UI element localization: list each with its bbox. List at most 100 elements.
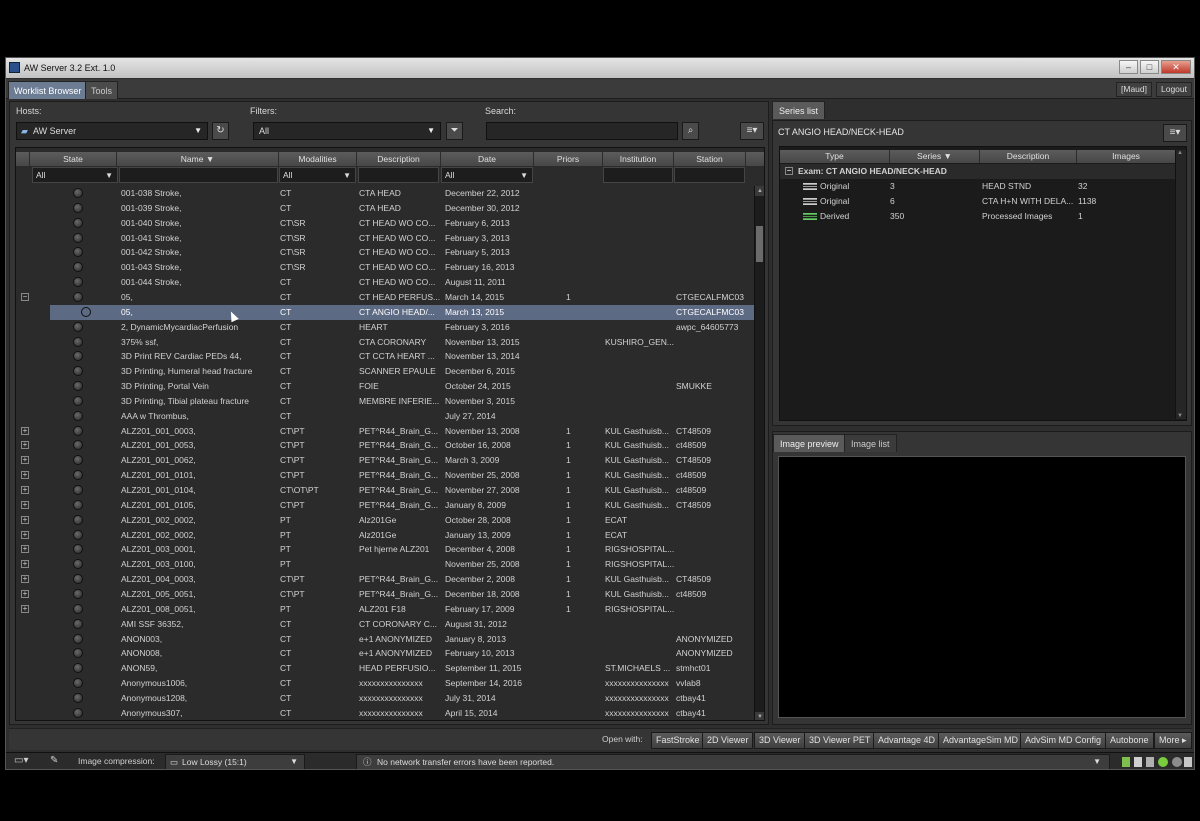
more-button[interactable]: More ▸ xyxy=(1154,732,1192,749)
expand-icon[interactable]: + xyxy=(21,589,29,598)
series-column-type[interactable]: Type xyxy=(780,150,890,163)
table-row[interactable]: + ALZ201_005_0051, CT\PT PET^R44_Brain_G...… xyxy=(16,587,758,602)
table-row[interactable]: Anonymous1006, CT xxxxxxxxxxxxxxx September… xyxy=(16,676,758,691)
table-row[interactable]: + ALZ201_003_0001, PT Pet hjerne ALZ201 Dece… xyxy=(16,542,758,557)
advantagesim-md-button[interactable]: AdvantageSim MD xyxy=(938,732,1024,749)
column-menu-button[interactable]: ≡▾ xyxy=(740,122,764,140)
expand-icon[interactable]: + xyxy=(21,471,29,480)
table-row[interactable]: 3D Print REV Cardiac PEDs 44, CT CT CCTA H… xyxy=(16,349,758,364)
table-row[interactable]: AAA w Thrombus, CT July 27, 2014 xyxy=(16,409,758,424)
scroll-down-arrow-icon[interactable]: ▼ xyxy=(1177,413,1183,419)
column-header-priors[interactable]: Priors xyxy=(534,152,603,166)
state-filter-select[interactable]: All ▼ xyxy=(32,167,118,183)
faststroke-button[interactable]: FastStroke xyxy=(651,732,705,749)
search-button[interactable]: ⌕ xyxy=(682,122,699,140)
table-row[interactable]: + ALZ201_003_0100, PT November 25, 2008 1 RIG… xyxy=(16,557,758,572)
collapse-icon[interactable]: − xyxy=(21,292,29,301)
exam-group-row[interactable]: − Exam: CT ANGIO HEAD/NECK-HEAD xyxy=(780,164,1176,179)
status-ok-icon[interactable] xyxy=(1158,757,1168,767)
expand-icon[interactable]: + xyxy=(21,500,29,509)
table-row[interactable]: 001-038 Stroke, CT CTA HEAD December 22, 20… xyxy=(16,186,758,201)
table-row[interactable]: + ALZ201_008_0051, PT ALZ201 F18 February 17… xyxy=(16,602,758,617)
table-row[interactable]: 001-043 Stroke, CT\SR CT HEAD WO CO... Febr… xyxy=(16,260,758,275)
table-row[interactable]: 001-039 Stroke, CT CTA HEAD December 30, 20… xyxy=(16,201,758,216)
expand-icon[interactable]: + xyxy=(21,604,29,613)
tab-image-preview[interactable]: Image preview xyxy=(773,434,846,452)
pen-icon[interactable] xyxy=(1146,757,1154,767)
expand-icon[interactable]: + xyxy=(21,575,29,584)
table-row[interactable]: + ALZ201_001_0101, CT\PT PET^R44_Brain_G...… xyxy=(16,468,758,483)
2d-viewer-button[interactable]: 2D Viewer xyxy=(702,732,754,749)
column-header-state[interactable]: State xyxy=(30,152,117,166)
column-header-station[interactable]: Station xyxy=(674,152,746,166)
modalities-filter-select[interactable]: All ▼ xyxy=(279,167,356,183)
3d-viewer-pet-button[interactable]: 3D Viewer PET xyxy=(804,732,876,749)
filters-select[interactable]: All ▼ xyxy=(253,122,441,140)
scroll-up-arrow-icon[interactable]: ▲ xyxy=(755,186,764,196)
tab-series-list[interactable]: Series list xyxy=(772,101,826,119)
maximize-button[interactable]: □ xyxy=(1140,60,1159,74)
filter-button[interactable]: ⏷ xyxy=(446,122,463,140)
scrollbar-thumb[interactable] xyxy=(756,226,763,262)
table-row[interactable]: 001-041 Stroke, CT\SR CT HEAD WO CO... Febr… xyxy=(16,231,758,246)
compression-select[interactable]: ▭ Low Lossy (15:1) ▼ xyxy=(165,754,305,769)
table-row[interactable]: 001-044 Stroke, CT CT HEAD WO CO... August … xyxy=(16,275,758,290)
series-row[interactable]: Derived 350 Processed Images 1 xyxy=(780,209,1176,224)
table-row[interactable]: 001-040 Stroke, CT\SR CT HEAD WO CO... Febr… xyxy=(16,216,758,231)
table-row[interactable]: + ALZ201_001_0053, CT\PT PET^R44_Brain_G...… xyxy=(16,438,758,453)
table-row[interactable]: ANON59, CT HEAD PERFUSIO... September 11, 2… xyxy=(16,661,758,676)
collapse-icon[interactable]: − xyxy=(785,167,793,175)
expand-icon[interactable]: + xyxy=(21,486,29,494)
table-row[interactable]: 3D Printing, Humeral head fracture CT SCAN… xyxy=(16,364,758,379)
tools-icon[interactable]: ✎ xyxy=(50,755,58,766)
table-row[interactable]: ANON003, CT e+1 ANONYMIZED January 8, 2013 A… xyxy=(16,632,758,647)
table-row[interactable]: − 05, CT CT HEAD PERFUS... March 14, 2015 1 CT… xyxy=(16,290,758,305)
column-header-institution[interactable]: Institution xyxy=(603,152,674,166)
table-row[interactable]: Anonymous1208, CT xxxxxxxxxxxxxxx July 31, … xyxy=(16,691,758,706)
table-row[interactable]: + ALZ201_001_0003, CT\PT PET^R44_Brain_G...… xyxy=(16,424,758,439)
tab-worklist-browser[interactable]: Worklist Browser xyxy=(8,81,88,99)
expand-icon[interactable]: + xyxy=(21,515,29,524)
network-meter-icon[interactable] xyxy=(1122,757,1130,767)
table-row[interactable]: 3D Printing, Tibial plateau fracture CT ME… xyxy=(16,394,758,409)
network-status-field[interactable]: ⓘ No network transfer errors have been r… xyxy=(356,754,1110,769)
expand-icon[interactable]: + xyxy=(21,456,29,465)
document-icon[interactable] xyxy=(1134,757,1142,767)
institution-filter-input[interactable] xyxy=(603,167,673,183)
series-column-description[interactable]: Description xyxy=(980,150,1077,163)
series-scrollbar[interactable]: ▲ ▼ xyxy=(1175,150,1186,419)
table-row[interactable]: + ALZ201_002_0002, PT Alz201Ge October 28, 2… xyxy=(16,513,758,528)
table-row-selected[interactable]: 05, CT CT ANGIO HEAD/... March 13, 2015 CTGE… xyxy=(16,304,758,320)
column-header-modalities[interactable]: Modalities xyxy=(279,152,357,166)
name-filter-input[interactable] xyxy=(119,167,278,183)
series-row[interactable]: Original 6 CTA H+N WITH DELA... 1138 xyxy=(780,194,1176,209)
scroll-down-arrow-icon[interactable]: ▼ xyxy=(755,712,764,720)
table-row[interactable]: ANON008, CT e+1 ANONYMIZED February 10, 201… xyxy=(16,646,758,661)
search-input[interactable] xyxy=(486,122,678,140)
expand-icon[interactable]: + xyxy=(21,560,29,569)
refresh-button[interactable]: ↻ xyxy=(212,122,229,140)
logout-button[interactable]: Logout xyxy=(1156,82,1192,97)
series-row[interactable]: Original 3 HEAD STND 32 xyxy=(780,179,1176,194)
advantage-4d-button[interactable]: Advantage 4D xyxy=(873,732,941,749)
table-row[interactable]: 001-042 Stroke, CT\SR CT HEAD WO CO... Febr… xyxy=(16,245,758,260)
series-menu-button[interactable]: ≡▾ xyxy=(1163,124,1187,142)
table-row[interactable]: + ALZ201_002_0002, PT Alz201Ge January 13, 2… xyxy=(16,528,758,543)
date-filter-select[interactable]: All ▼ xyxy=(441,167,533,183)
expand-icon[interactable]: + xyxy=(21,545,29,554)
settings-icon[interactable] xyxy=(1172,757,1182,767)
vertical-scrollbar[interactable]: ▲ ▼ xyxy=(754,186,764,720)
column-header-date[interactable]: Date xyxy=(441,152,534,166)
table-row[interactable]: + ALZ201_004_0003, CT\PT PET^R44_Brain_G...… xyxy=(16,572,758,587)
scroll-up-arrow-icon[interactable]: ▲ xyxy=(1177,150,1183,156)
table-row[interactable]: 375% ssf, CT CTA CORONARY November 13, 2015… xyxy=(16,335,758,350)
series-column-series[interactable]: Series ▼ xyxy=(890,150,980,163)
table-row[interactable]: 2, DynamicMycardiacPerfusion CT HEART Febru… xyxy=(16,320,758,335)
table-row[interactable]: + ALZ201_001_0104, CT\OT\PT PET^R44_Brain_G… xyxy=(16,483,758,498)
table-row[interactable]: 3D Printing, Portal Vein CT FOIE October 24… xyxy=(16,379,758,394)
column-header-description[interactable]: Description xyxy=(357,152,441,166)
trash-icon[interactable] xyxy=(1184,757,1192,767)
tab-image-list[interactable]: Image list xyxy=(844,434,897,452)
expand-icon[interactable]: + xyxy=(21,530,29,539)
tab-tools[interactable]: Tools xyxy=(85,81,119,99)
